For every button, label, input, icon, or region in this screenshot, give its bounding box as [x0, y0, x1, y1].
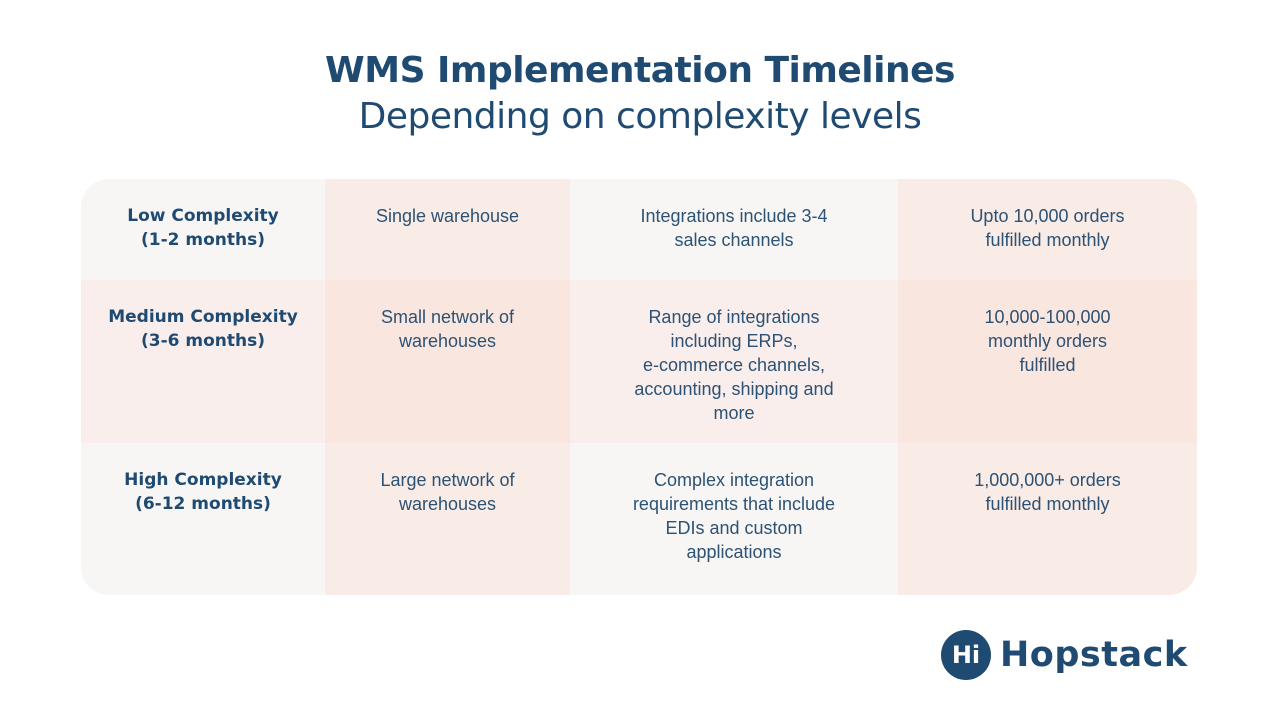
cell-text: warehouses — [398, 494, 497, 514]
row-low-integrations: Integrations include 3-4 sales channels — [570, 179, 898, 280]
cell-text: monthly orders — [987, 331, 1108, 351]
complexity-table: Low Complexity (1-2 months) Single wareh… — [81, 179, 1197, 595]
level-name: Low Complexity — [127, 206, 279, 226]
row-low-warehouses: Single warehouse — [325, 179, 570, 280]
cell-text: fulfilled monthly — [985, 494, 1110, 514]
row-low-orders: Upto 10,000 orders fulfilled monthly — [898, 179, 1197, 280]
cell-text: Large network of — [380, 470, 515, 490]
cell-text: 1,000,000+ orders — [974, 470, 1121, 490]
level-duration: (3-6 months) — [140, 331, 265, 351]
cell-text: more — [713, 403, 755, 423]
cell-text: requirements that include — [632, 494, 836, 514]
cell-text: Integrations include 3-4 — [640, 206, 828, 226]
cell-text: Upto 10,000 orders — [970, 206, 1125, 226]
row-high-integrations: Complex integration requirements that in… — [570, 443, 898, 595]
cell-text: 10,000-100,000 — [984, 307, 1111, 327]
row-high-warehouses: Large network of warehouses — [325, 443, 570, 595]
cell-text: e-commerce channels, — [642, 355, 826, 375]
row-high-level: High Complexity (6-12 months) — [81, 443, 325, 595]
row-low-level: Low Complexity (1-2 months) — [81, 179, 325, 280]
cell-text: Single warehouse — [375, 206, 520, 226]
hopstack-logo: Hi Hopstack — [941, 630, 1188, 680]
level-duration: (1-2 months) — [140, 230, 265, 250]
cell-text: Complex integration — [653, 470, 815, 490]
cell-text: accounting, shipping and — [634, 379, 834, 399]
cell-text: warehouses — [398, 331, 497, 351]
page-title: WMS Implementation Timelines — [325, 50, 955, 91]
level-name: High Complexity — [124, 470, 282, 490]
row-high-orders: 1,000,000+ orders fulfilled monthly — [898, 443, 1197, 595]
row-medium-orders: 10,000-100,000 monthly orders fulfilled — [898, 280, 1197, 443]
cell-text: EDIs and custom — [665, 518, 803, 538]
cell-text: fulfilled — [1019, 355, 1076, 375]
logo-wordmark: Hopstack — [1000, 635, 1188, 675]
level-name: Medium Complexity — [108, 307, 298, 327]
cell-text: sales channels — [674, 230, 794, 250]
cell-text: Range of integrations — [648, 307, 820, 327]
cell-text: Small network of — [380, 307, 515, 327]
page-subtitle: Depending on complexity levels — [358, 96, 922, 137]
cell-text: applications — [686, 542, 782, 562]
hopstack-logo-icon: Hi — [941, 630, 991, 680]
cell-text: fulfilled monthly — [985, 230, 1110, 250]
row-medium-integrations: Range of integrations including ERPs, e-… — [570, 280, 898, 443]
level-duration: (6-12 months) — [135, 494, 271, 514]
cell-text: including ERPs, — [670, 331, 798, 351]
row-medium-warehouses: Small network of warehouses — [325, 280, 570, 443]
row-medium-level: Medium Complexity (3-6 months) — [81, 280, 325, 443]
